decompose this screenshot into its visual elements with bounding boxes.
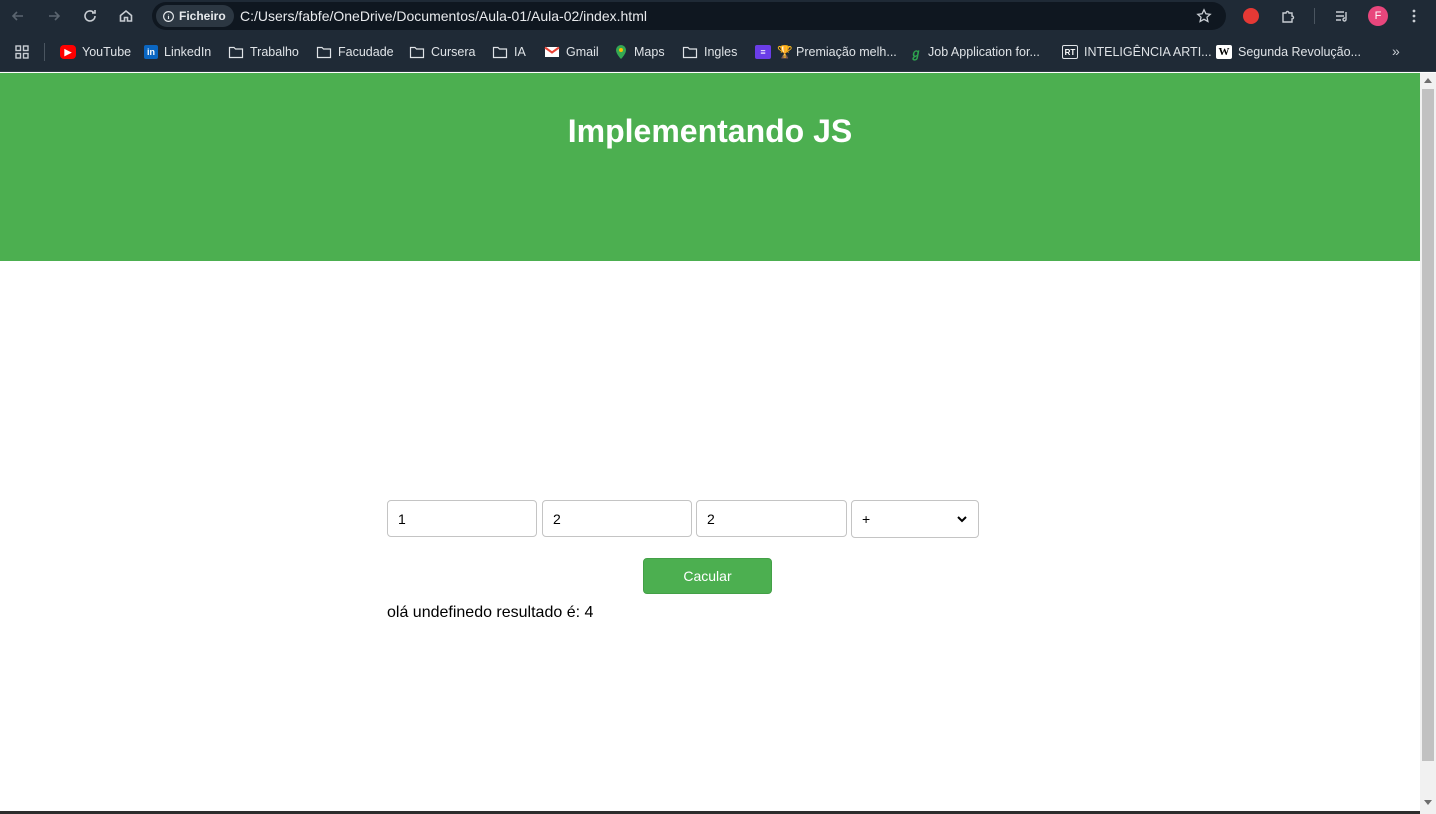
- bookmark-trabalho[interactable]: Trabalho: [228, 43, 299, 61]
- puzzle-icon[interactable]: [1277, 5, 1299, 27]
- bookmark-label: Job Application for...: [928, 45, 1040, 59]
- bookmark-gmail[interactable]: Gmail: [544, 43, 599, 61]
- operator-selected-value: +: [862, 511, 871, 527]
- chevron-down-icon: [957, 516, 967, 523]
- bookmark-linkedin[interactable]: in LinkedIn: [144, 43, 211, 61]
- bookmark-label: 🏆 Premiação melh...: [777, 44, 897, 59]
- scroll-up-arrow-icon[interactable]: [1424, 78, 1432, 83]
- wikipedia-icon: W: [1216, 45, 1232, 59]
- page-title: Implementando JS: [567, 113, 853, 149]
- bookmark-label: LinkedIn: [164, 45, 212, 59]
- profile-avatar[interactable]: F: [1367, 5, 1389, 27]
- number-input-3[interactable]: [696, 500, 847, 537]
- bookmark-facudade[interactable]: Facudade: [316, 43, 394, 61]
- bookmark-maps[interactable]: Maps: [614, 43, 665, 61]
- leaf-icon: ℊ: [910, 45, 923, 60]
- bookmark-label: Gmail: [566, 45, 599, 59]
- address-bar[interactable]: Ficheiro C:/Users/fabfe/OneDrive/Documen…: [152, 2, 1226, 30]
- bookmark-label: Trabalho: [250, 45, 299, 59]
- operator-select[interactable]: +: [851, 500, 979, 538]
- folder-icon: [682, 46, 698, 59]
- list-icon: ≡: [755, 45, 771, 59]
- bookmarks-separator: [44, 43, 45, 61]
- bookmark-star-icon[interactable]: [1196, 8, 1212, 24]
- profile-initial: F: [1368, 6, 1388, 26]
- reading-list-icon[interactable]: [1331, 5, 1353, 27]
- toolbar-divider: [1314, 8, 1315, 24]
- bookmark-label: Facudade: [338, 45, 394, 59]
- bookmark-youtube[interactable]: ▶ YouTube: [60, 43, 131, 61]
- bookmark-label: Segunda Revolução...: [1238, 45, 1362, 59]
- folder-icon: [316, 46, 332, 59]
- browser-toolbar: Ficheiro C:/Users/fabfe/OneDrive/Documen…: [0, 0, 1436, 32]
- folder-icon: [492, 46, 508, 59]
- page-header: Implementando JS: [0, 73, 1420, 261]
- bookmark-cursera[interactable]: Cursera: [409, 43, 475, 61]
- maps-icon: [616, 45, 626, 59]
- site-chip-label: Ficheiro: [179, 9, 226, 23]
- menu-icon[interactable]: [1403, 5, 1425, 27]
- bookmark-label: Cursera: [431, 45, 476, 59]
- result-text: olá undefinedo resultado é: 4: [387, 604, 594, 621]
- folder-icon: [409, 46, 425, 59]
- back-icon[interactable]: [6, 4, 30, 28]
- folder-icon: [228, 46, 244, 59]
- bookmark-ia[interactable]: IA: [492, 43, 526, 61]
- page-viewport: Implementando JS + Cacular olá undefined…: [0, 73, 1420, 814]
- calculate-button[interactable]: Cacular: [643, 558, 772, 594]
- bookmark-label: Ingles: [704, 45, 738, 59]
- number-input-1[interactable]: [387, 500, 537, 537]
- bookmark-job-application[interactable]: ℊ Job Application for...: [910, 43, 1040, 61]
- bookmark-premiacao[interactable]: ≡ 🏆 Premiação melh...: [755, 43, 897, 61]
- bookmark-label: INTELIGÊNCIA ARTI...: [1084, 45, 1212, 59]
- scroll-thumb[interactable]: [1422, 89, 1434, 761]
- home-icon[interactable]: [114, 4, 138, 28]
- rt-icon: RT: [1062, 45, 1078, 59]
- url-text[interactable]: C:/Users/fabfe/OneDrive/Documentos/Aula-…: [240, 8, 647, 24]
- apps-grid-icon[interactable]: [14, 44, 30, 60]
- scroll-down-arrow-icon[interactable]: [1424, 800, 1432, 805]
- gmail-icon: [544, 46, 560, 57]
- chevron-double-right-icon[interactable]: »: [1392, 43, 1400, 59]
- bookmark-label: YouTube: [82, 45, 132, 59]
- linkedin-icon: in: [144, 45, 158, 59]
- forward-icon[interactable]: [42, 4, 66, 28]
- scrollbar[interactable]: [1420, 73, 1436, 814]
- reload-icon[interactable]: [78, 4, 102, 28]
- number-input-2[interactable]: [542, 500, 692, 537]
- bookmark-inteligencia[interactable]: RT INTELIGÊNCIA ARTI...: [1062, 43, 1212, 61]
- bookmark-label: IA: [514, 45, 526, 59]
- site-info-chip[interactable]: Ficheiro: [156, 5, 234, 27]
- bookmark-segunda-revolucao[interactable]: W Segunda Revolução...: [1216, 43, 1361, 61]
- info-icon: [163, 10, 174, 22]
- extension-red-icon[interactable]: [1240, 5, 1262, 27]
- bookmark-ingles[interactable]: Ingles: [682, 43, 737, 61]
- bookmark-label: Maps: [634, 45, 665, 59]
- youtube-icon: ▶: [60, 45, 76, 59]
